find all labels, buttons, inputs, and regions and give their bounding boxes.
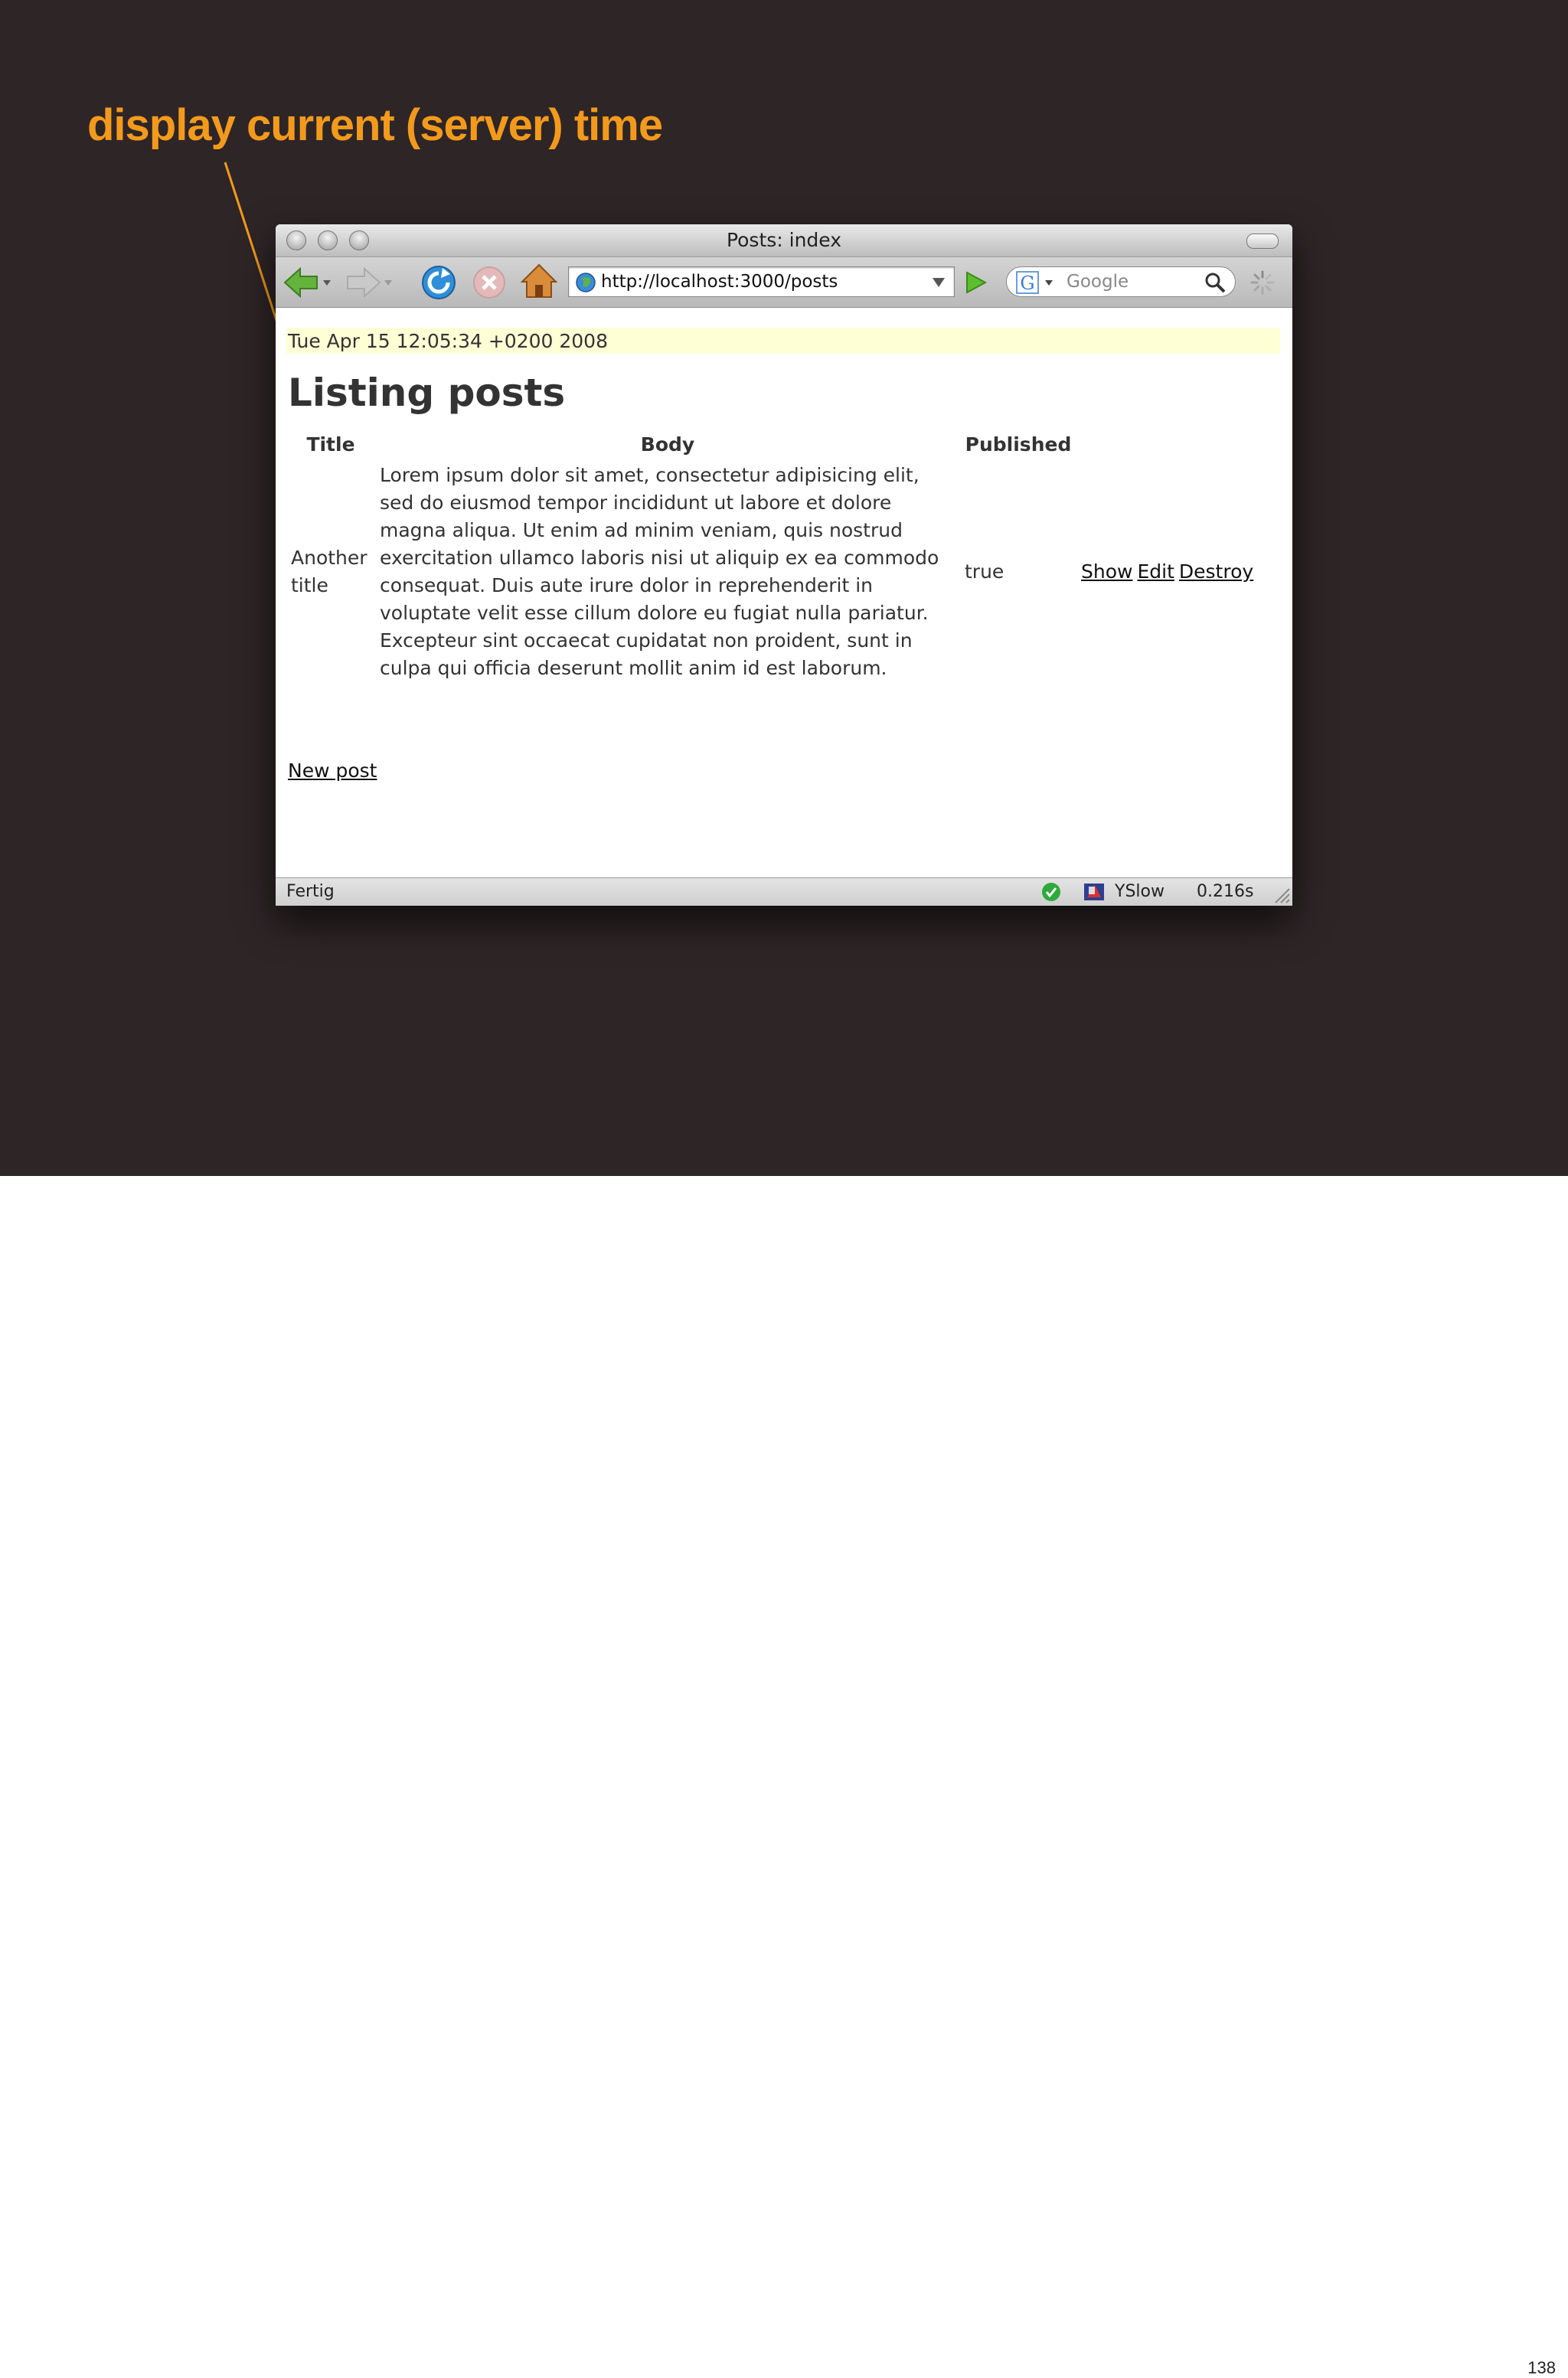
url-dropdown-icon[interactable] xyxy=(931,276,946,289)
slide-caption: display current (server) time xyxy=(87,100,663,150)
table-header-row: Title Body Published xyxy=(288,430,1276,460)
column-header-title: Title xyxy=(306,433,355,456)
globe-icon xyxy=(576,273,596,292)
slide-background: display current (server) time Posts: ind… xyxy=(0,0,1568,1176)
window-title: Posts: index xyxy=(726,229,842,251)
resize-grip-icon[interactable] xyxy=(1271,884,1291,904)
server-time: Tue Apr 15 12:05:34 +0200 2008 xyxy=(288,330,608,352)
reload-icon[interactable] xyxy=(420,263,458,302)
check-circle-icon xyxy=(1042,883,1060,901)
navigation-toolbar: http://localhost:3000/posts G Google xyxy=(276,257,1292,308)
new-post-link[interactable]: New post xyxy=(288,759,377,782)
page-title: Listing posts xyxy=(288,371,566,415)
home-icon[interactable] xyxy=(519,262,559,302)
search-bar[interactable]: G Google xyxy=(1006,266,1236,297)
slide-footer: 138 xyxy=(0,1176,1568,2377)
column-header-published: Published xyxy=(965,433,1072,456)
post-title: Another title xyxy=(291,547,368,596)
page-number: 138 xyxy=(1527,2358,1556,2377)
status-bar: Fertig YSlow 0.216s xyxy=(276,877,1292,906)
column-header-body: Body xyxy=(640,433,695,456)
yslow-label[interactable]: YSlow xyxy=(1115,878,1165,906)
forward-arrow-icon[interactable] xyxy=(346,265,395,300)
toolbar-toggle-button[interactable] xyxy=(1246,234,1279,249)
load-time: 0.216s xyxy=(1197,882,1254,901)
search-icon[interactable] xyxy=(1204,272,1226,293)
edit-link[interactable]: Edit xyxy=(1137,560,1174,583)
posts-table: Title Body Published Another title Lorem… xyxy=(285,430,1279,684)
column-header-actions xyxy=(1078,430,1276,460)
spinner-icon xyxy=(1250,270,1275,295)
status-text: Fertig xyxy=(286,882,335,901)
google-g-icon[interactable]: G xyxy=(1016,271,1059,294)
search-input[interactable]: Google xyxy=(1067,267,1129,296)
table-row: Another title Lorem ipsum dolor sit amet… xyxy=(288,460,1276,684)
title-bar: Posts: index xyxy=(276,224,1292,257)
address-bar[interactable]: http://localhost:3000/posts xyxy=(568,266,955,297)
yslow-icon[interactable] xyxy=(1083,880,1107,903)
browser-window: Posts: index http://localhost:3000/posts… xyxy=(276,224,1292,906)
go-arrow-icon[interactable] xyxy=(961,268,990,297)
show-link[interactable]: Show xyxy=(1081,560,1132,583)
post-actions: Show Edit Destroy xyxy=(1078,460,1276,684)
server-time-bar: Tue Apr 15 12:05:34 +0200 2008 xyxy=(286,328,1280,354)
stop-icon[interactable] xyxy=(471,264,508,301)
destroy-link[interactable]: Destroy xyxy=(1179,560,1253,583)
page-content: Tue Apr 15 12:05:34 +0200 2008 Listing p… xyxy=(276,308,1292,877)
back-arrow-icon[interactable] xyxy=(282,265,334,300)
url-text: http://localhost:3000/posts xyxy=(601,272,838,292)
svg-text:G: G xyxy=(1020,273,1034,294)
post-published: true xyxy=(965,560,1004,583)
post-body: Lorem ipsum dolor sit amet, consectetur … xyxy=(380,464,939,679)
